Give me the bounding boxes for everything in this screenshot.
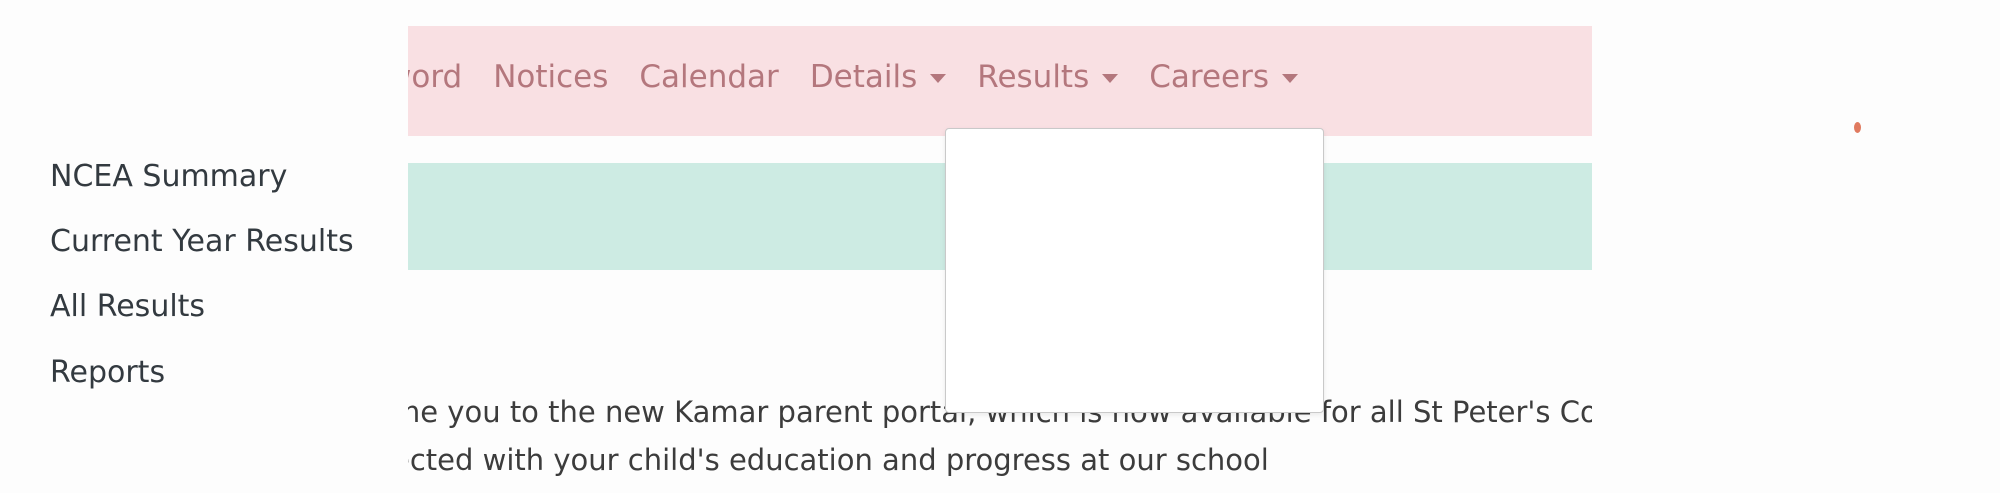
nav-item-label: Notices bbox=[493, 59, 609, 95]
dropdown-item-all-results[interactable]: All Results bbox=[50, 287, 205, 327]
scan-speck bbox=[1854, 122, 1861, 133]
nav-item-details[interactable]: Details bbox=[809, 57, 947, 97]
nav-item-notices[interactable]: Notices bbox=[493, 57, 608, 97]
nav-item-label: Careers bbox=[1149, 59, 1269, 95]
nav-item-label: word bbox=[408, 59, 463, 95]
nav-item-label: Results bbox=[977, 59, 1090, 95]
dropdown-item-current-year-results[interactable]: Current Year Results bbox=[50, 222, 354, 262]
nav-item-password[interactable]: word bbox=[408, 57, 462, 97]
nav-item-label: Calendar bbox=[639, 59, 779, 95]
caret-down-icon bbox=[1102, 73, 1119, 83]
results-dropdown-menu bbox=[945, 128, 1324, 413]
welcome-text-line: ected with your child's education and pr… bbox=[408, 443, 1269, 477]
dropdown-item-reports[interactable]: Reports bbox=[50, 353, 165, 393]
page: word Notices Calendar Details Results Ca… bbox=[0, 0, 2000, 493]
nav-item-calendar[interactable]: Calendar bbox=[639, 57, 778, 97]
dropdown-item-ncea-summary[interactable]: NCEA Summary bbox=[50, 157, 287, 197]
nav-menu: word Notices Calendar Details Results Ca… bbox=[408, 57, 1329, 97]
nav-item-careers[interactable]: Careers bbox=[1149, 57, 1298, 97]
caret-down-icon bbox=[1281, 73, 1298, 83]
nav-item-results[interactable]: Results bbox=[977, 57, 1119, 97]
caret-down-icon bbox=[930, 73, 947, 83]
nav-item-label: Details bbox=[809, 59, 918, 95]
